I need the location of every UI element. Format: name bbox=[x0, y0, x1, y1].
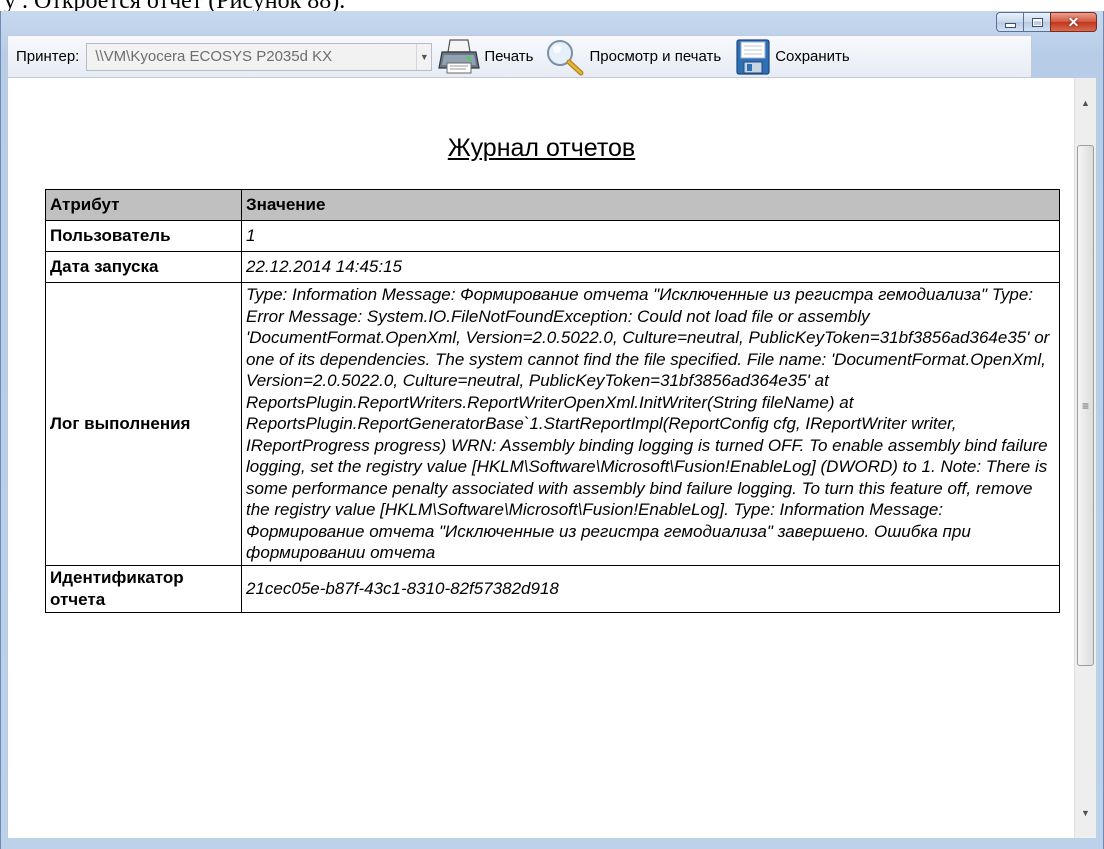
window-caption-buttons: ✕ bbox=[996, 12, 1097, 32]
report-viewer: Журнал отчетов Атрибут Значение Пользова… bbox=[7, 78, 1074, 838]
column-header-value: Значение bbox=[241, 189, 1060, 221]
attribute-cell: Лог выполнения bbox=[45, 282, 242, 566]
attribute-cell: Пользователь bbox=[45, 220, 242, 252]
printer-select-value: \\VM\Kyocera ECOSYS P2035d KX bbox=[95, 48, 333, 65]
maximize-button[interactable] bbox=[1023, 12, 1050, 32]
report-title: Журнал отчетов bbox=[447, 134, 636, 162]
vertical-scrollbar[interactable]: ▲ ≡ ▼ bbox=[1074, 78, 1096, 838]
maximize-icon bbox=[1031, 17, 1043, 27]
value-cell: Type: Information Message: Формирование … bbox=[241, 282, 1060, 566]
value-cell: 21cec05e-b87f-43c1-8310-82f57382d918 bbox=[241, 564, 1060, 613]
table-row: Пользователь 1 bbox=[45, 220, 1060, 252]
report-table: Атрибут Значение Пользователь 1 Дата зап… bbox=[45, 189, 1060, 613]
floppy-disk-icon bbox=[736, 38, 770, 75]
preview-and-print-button[interactable]: Просмотр и печать bbox=[545, 36, 721, 77]
grip-icon: ≡ bbox=[1081, 398, 1089, 413]
minimize-icon bbox=[1004, 22, 1016, 28]
printer-icon bbox=[438, 38, 481, 73]
printer-select[interactable]: \\VM\Kyocera ECOSYS P2035d KX ▼ bbox=[86, 42, 433, 71]
value-cell: 22.12.2014 14:45:15 bbox=[241, 251, 1060, 283]
close-button[interactable]: ✕ bbox=[1050, 12, 1097, 32]
column-header-attribute: Атрибут bbox=[45, 189, 242, 221]
document-text-fragment: у . Откроется отчет (Рисунок 88). bbox=[0, 0, 1104, 11]
value-cell: 1 bbox=[241, 220, 1060, 252]
minimize-button[interactable] bbox=[996, 12, 1023, 32]
table-row: Лог выполнения Type: Information Message… bbox=[45, 282, 1060, 566]
print-button[interactable]: Печать bbox=[438, 36, 533, 77]
attribute-cell: Дата запуска bbox=[45, 251, 242, 283]
scrollbar-thumb[interactable]: ≡ bbox=[1077, 145, 1094, 666]
table-row: Идентификатор отчета 21cec05e-b87f-43c1-… bbox=[45, 564, 1060, 613]
close-icon: ✕ bbox=[1067, 14, 1080, 30]
magnifier-icon bbox=[547, 39, 584, 75]
scroll-down-arrow-icon[interactable]: ▼ bbox=[1075, 802, 1096, 824]
save-button-label: Сохранить bbox=[775, 48, 850, 65]
preview-and-print-button-label: Просмотр и печать bbox=[589, 48, 722, 65]
table-header-row: Атрибут Значение bbox=[45, 189, 1060, 221]
scroll-up-arrow-icon[interactable]: ▲ bbox=[1075, 92, 1096, 114]
print-button-label: Печать bbox=[484, 48, 534, 65]
chevron-down-icon[interactable]: ▼ bbox=[416, 43, 431, 70]
attribute-cell: Идентификатор отчета bbox=[45, 564, 242, 613]
printer-label: Принтер: bbox=[16, 48, 80, 65]
save-button[interactable]: Сохранить bbox=[735, 36, 850, 77]
report-toolbar: Принтер: \\VM\Kyocera ECOSYS P2035d KX ▼… bbox=[7, 35, 1032, 78]
table-row: Дата запуска 22.12.2014 14:45:15 bbox=[45, 251, 1060, 283]
